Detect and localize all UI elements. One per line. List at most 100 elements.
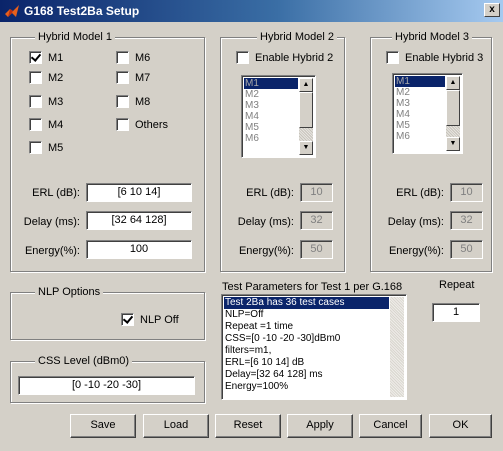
hybrid2-delay-field[interactable]: 32	[300, 211, 333, 230]
hybrid2-delay-label: Delay (ms):	[237, 216, 294, 228]
checkbox-m5[interactable]: M5	[29, 141, 63, 154]
checkbox-m7-box[interactable]	[116, 71, 129, 84]
hybrid1-erl-field[interactable]: [6 10 14]	[86, 183, 192, 202]
hybrid-model-1-title: Hybrid Model 1	[35, 31, 115, 43]
hybrid1-delay-label: Delay (ms):	[23, 216, 80, 228]
list-item[interactable]: M4	[244, 111, 298, 122]
hybrid2-list-scrollbar[interactable]: ▲ ▼	[299, 78, 313, 155]
list-item[interactable]: M5	[395, 120, 445, 131]
apply-button[interactable]: Apply	[287, 414, 353, 438]
scroll-thumb[interactable]	[446, 90, 460, 126]
scroll-down-icon[interactable]: ▼	[299, 141, 313, 155]
list-item[interactable]: ERL=[6 10 14] dB	[224, 357, 389, 369]
hybrid3-energy-field[interactable]: 50	[450, 240, 483, 259]
test-parameters-title: Test Parameters for Test 1 per G.168	[222, 281, 403, 293]
checkbox-m1-box[interactable]	[29, 51, 42, 64]
title-bar: G168 Test2Ba Setup x	[0, 0, 503, 22]
list-item[interactable]: Test 2Ba has 36 test cases	[224, 297, 389, 309]
close-button[interactable]: x	[484, 3, 500, 17]
checkbox-m4-label: M4	[48, 118, 64, 131]
checkbox-m5-box[interactable]	[29, 141, 42, 154]
list-item[interactable]: CSS=[0 -10 -20 -30]dBm0	[224, 333, 389, 345]
list-item[interactable]: M3	[244, 100, 298, 111]
enable-hybrid-2-checkbox[interactable]: Enable Hybrid 2	[236, 51, 333, 64]
list-item[interactable]: M6	[244, 133, 298, 144]
checkbox-m2[interactable]: M2	[29, 71, 63, 84]
list-item[interactable]: Delay=[32 64 128] ms	[224, 369, 389, 381]
reset-button[interactable]: Reset	[215, 414, 281, 438]
repeat-field[interactable]: 1	[432, 303, 480, 322]
matlab-icon	[5, 5, 19, 17]
test-parameters-list[interactable]: Test 2Ba has 36 test cases NLP=Off Repea…	[221, 294, 407, 400]
close-icon: x	[489, 4, 495, 15]
nlp-off-box[interactable]	[121, 313, 134, 326]
list-item[interactable]: M6	[395, 131, 445, 142]
cancel-button[interactable]: Cancel	[359, 414, 422, 438]
list-item[interactable]: Repeat =1 time	[224, 321, 389, 333]
hybrid3-delay-field[interactable]: 32	[450, 211, 483, 230]
enable-hybrid-3-checkbox[interactable]: Enable Hybrid 3	[386, 51, 483, 64]
hybrid1-energy-label: Energy(%):	[24, 245, 80, 257]
list-item[interactable]: M3	[395, 98, 445, 109]
list-item[interactable]: M1	[244, 78, 298, 89]
checkbox-m8[interactable]: M8	[116, 95, 150, 108]
hybrid3-energy-label: Energy(%):	[388, 245, 444, 257]
list-item[interactable]: Energy=100%	[224, 381, 389, 393]
checkbox-m3-label: M3	[48, 95, 64, 108]
checkbox-m8-box[interactable]	[116, 95, 129, 108]
list-item[interactable]: filters=m1,	[224, 345, 389, 357]
ok-button[interactable]: OK	[429, 414, 492, 438]
checkbox-others-label: Others	[135, 118, 169, 131]
hybrid1-delay-field[interactable]: [32 64 128]	[86, 211, 192, 230]
checkbox-m3[interactable]: M3	[29, 95, 63, 108]
nlp-options-title: NLP Options	[35, 286, 104, 298]
scroll-up-icon[interactable]: ▲	[446, 76, 460, 90]
hybrid1-erl-label: ERL (dB):	[32, 187, 80, 199]
hybrid2-model-list[interactable]: M1 M2 M3 M4 M5 M6 ▲ ▼	[241, 75, 316, 158]
enable-hybrid-2-label: Enable Hybrid 2	[255, 51, 334, 64]
hybrid2-erl-label: ERL (dB):	[246, 187, 294, 199]
load-button[interactable]: Load	[143, 414, 209, 438]
checkbox-others[interactable]: Others	[116, 118, 168, 131]
save-button[interactable]: Save	[70, 414, 136, 438]
scroll-thumb[interactable]	[299, 92, 313, 128]
list-item[interactable]: M2	[244, 89, 298, 100]
hybrid3-erl-field[interactable]: 10	[450, 183, 483, 202]
checkbox-m7[interactable]: M7	[116, 71, 150, 84]
checkbox-m2-label: M2	[48, 71, 64, 84]
checkbox-m1[interactable]: M1	[29, 51, 63, 64]
hybrid3-model-list[interactable]: M1 M2 M3 M4 M5 M6 ▲ ▼	[392, 73, 463, 154]
list-item[interactable]: M4	[395, 109, 445, 120]
enable-hybrid-2-box[interactable]	[236, 51, 249, 64]
checkbox-m4[interactable]: M4	[29, 118, 63, 131]
checkbox-m3-box[interactable]	[29, 95, 42, 108]
repeat-label: Repeat	[439, 279, 475, 291]
hybrid3-list-scrollbar[interactable]: ▲ ▼	[446, 76, 460, 151]
nlp-off-checkbox[interactable]: NLP Off	[121, 313, 179, 326]
checkbox-m5-label: M5	[48, 141, 64, 154]
checkbox-m7-label: M7	[135, 71, 151, 84]
hybrid-model-2-title: Hybrid Model 2	[257, 31, 337, 43]
checkbox-m6[interactable]: M6	[116, 51, 150, 64]
checkbox-m6-box[interactable]	[116, 51, 129, 64]
window-title: G168 Test2Ba Setup	[24, 4, 140, 18]
checkbox-others-box[interactable]	[116, 118, 129, 131]
css-level-field[interactable]: [0 -10 -20 -30]	[18, 376, 195, 395]
hybrid2-energy-field[interactable]: 50	[300, 240, 333, 259]
list-item[interactable]: M5	[244, 122, 298, 133]
list-item[interactable]: M2	[395, 87, 445, 98]
checkbox-m4-box[interactable]	[29, 118, 42, 131]
scroll-up-icon[interactable]: ▲	[299, 78, 313, 92]
list-item[interactable]: M1	[395, 76, 445, 87]
css-level-title: CSS Level (dBm0)	[35, 355, 133, 367]
nlp-off-label: NLP Off	[140, 313, 179, 326]
test-parameters-scrollbar[interactable]	[390, 297, 404, 397]
list-item[interactable]: NLP=Off	[224, 309, 389, 321]
hybrid-model-3-title: Hybrid Model 3	[392, 31, 472, 43]
hybrid1-energy-field[interactable]: 100	[86, 240, 192, 259]
enable-hybrid-3-box[interactable]	[386, 51, 399, 64]
hybrid2-erl-field[interactable]: 10	[300, 183, 333, 202]
scroll-down-icon[interactable]: ▼	[446, 137, 460, 151]
checkbox-m2-box[interactable]	[29, 71, 42, 84]
hybrid2-energy-label: Energy(%):	[238, 245, 294, 257]
